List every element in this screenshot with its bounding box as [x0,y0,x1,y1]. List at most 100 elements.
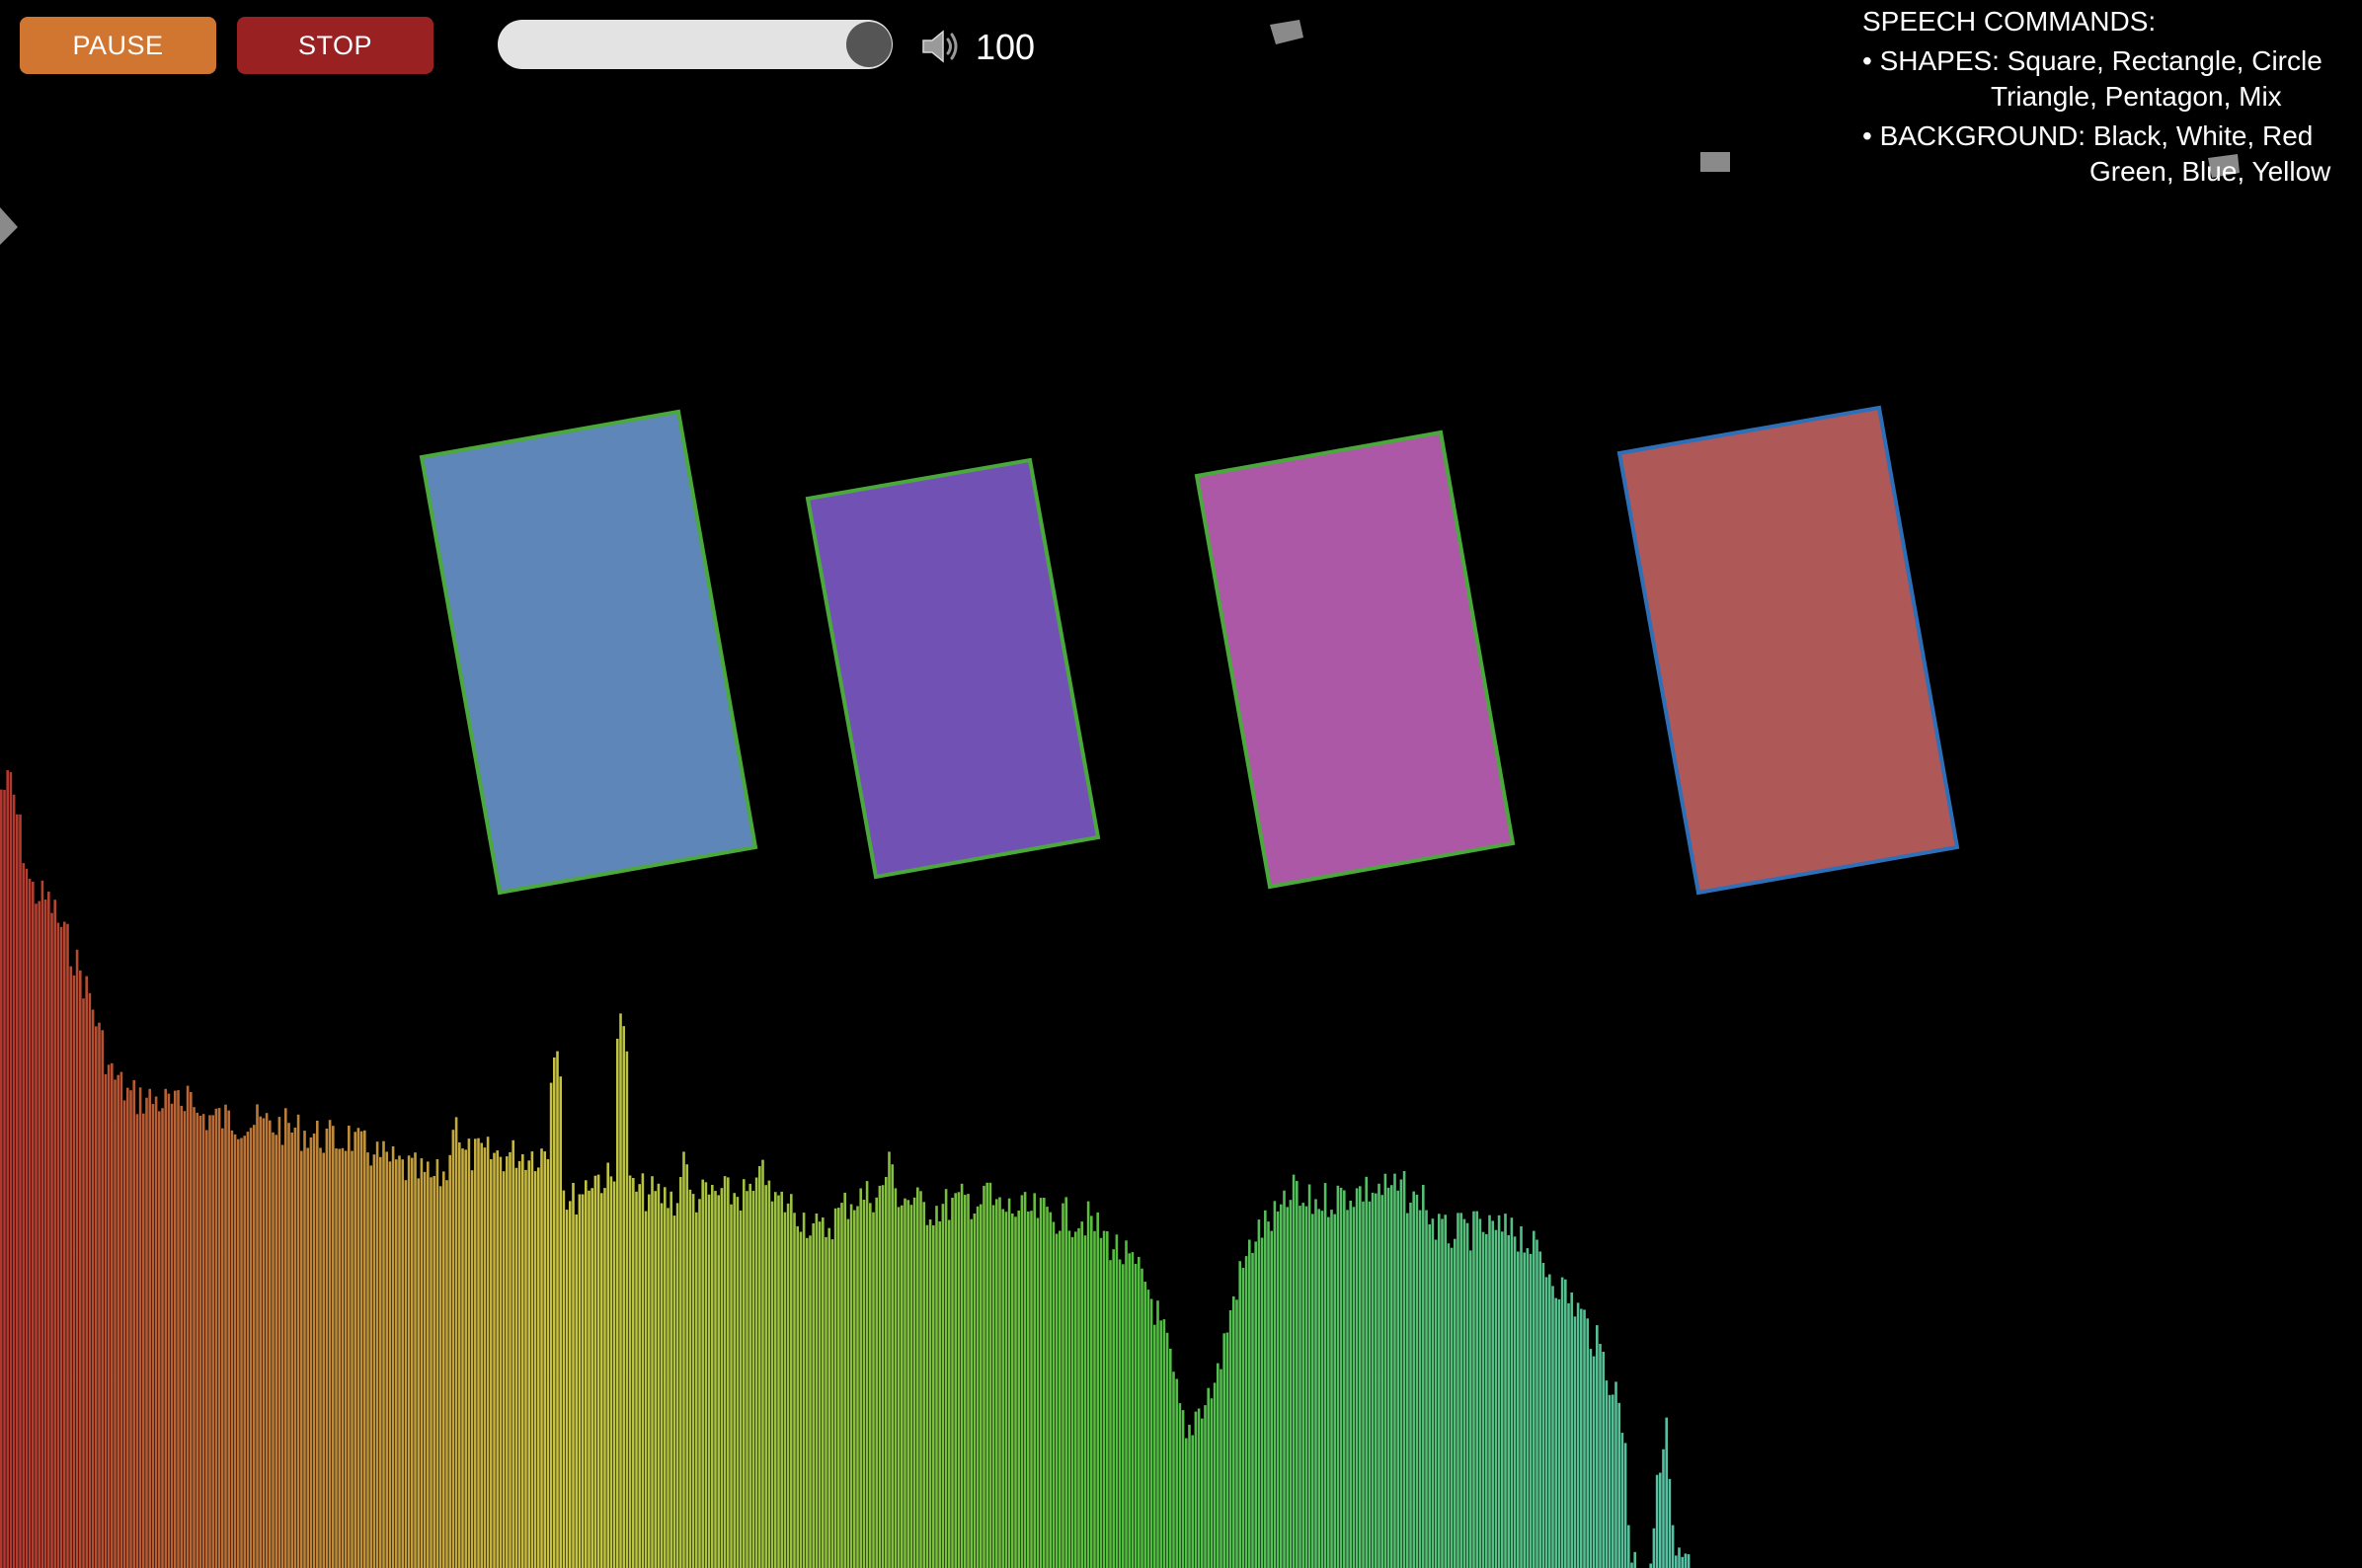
spectrum-bar [1169,1348,1172,1568]
spectrum-bar [253,1125,256,1568]
spectrum-bar [1402,1171,1406,1568]
spectrum-bar [881,1185,885,1568]
spectrum-bar [991,1205,995,1568]
spectrum-bar [796,1225,799,1568]
stop-button[interactable]: STOP [237,17,433,74]
spectrum-bar [265,1113,269,1568]
spectrum-bar [1248,1239,1251,1568]
spectrum-bar [63,921,66,1568]
spectrum-bar [88,992,92,1568]
spectrum-bar [25,868,29,1568]
spectrum-bar [499,1156,503,1568]
spectrum-bar [846,1218,850,1568]
spectrum-bar [932,1225,935,1568]
spectrum-bar [1064,1197,1067,1568]
volume-slider-thumb[interactable] [846,22,892,67]
spectrum-bar [6,770,9,1568]
spectrum-bar [1090,1215,1093,1568]
spectrum-bar [1225,1332,1229,1568]
spectrum-bar [1112,1249,1115,1568]
spectrum-bar [91,1009,95,1568]
spectrum-bar [859,1188,862,1568]
spectrum-bar [1517,1251,1520,1568]
spectrum-bar [322,1152,325,1568]
spectrum-bar [733,1193,736,1568]
spectrum-bar [593,1175,597,1568]
spectrum-bar [1115,1234,1119,1568]
spectrum-bar [1551,1286,1554,1568]
spectrum-bar [720,1188,724,1568]
spectrum-bar [1687,1554,1691,1568]
spectrum-bar [657,1183,661,1568]
spectrum-bar [1188,1424,1191,1568]
spectrum-bar [1513,1236,1517,1568]
shapes-commands: • SHAPES: Square, Rectangle, Circle Tria… [1862,43,2356,115]
spectrum-bar [1494,1229,1498,1568]
spectrum-bar [101,1030,104,1568]
spectrum-bar [72,975,76,1568]
spectrum-bar [1573,1316,1577,1568]
spectrum-bar [1156,1300,1159,1568]
spectrum-bar [1055,1233,1059,1568]
pause-button[interactable]: PAUSE [20,17,216,74]
spectrum-bar [904,1198,906,1568]
spectrum-bar [1507,1234,1510,1568]
spectrum-bar [348,1126,351,1568]
spectrum-bar [306,1147,309,1568]
spectrum-bar [1396,1190,1399,1568]
spectrum-bar [388,1161,392,1568]
spectrum-bar [1655,1474,1659,1568]
spectrum-bar [1627,1525,1630,1568]
spectrum-bar [988,1182,992,1568]
spectrum-bar [1222,1333,1225,1568]
spectrum-bar [730,1204,733,1568]
spectrum-bar [1684,1553,1688,1568]
spectrum-bar [1386,1187,1390,1568]
spectrum-bar [1128,1253,1131,1568]
spectrum-bar [628,1175,632,1568]
spectrum-bar [1535,1239,1538,1568]
particle-4 [0,207,18,245]
spectrum-bar [211,1115,214,1568]
spectrum-bar [1630,1562,1633,1568]
spectrum-bar [407,1155,411,1568]
spectrum-bar [935,1206,938,1568]
spectrum-bar [916,1187,919,1568]
spectrum-bar [1380,1195,1383,1568]
spectrum-bar [1596,1325,1599,1568]
spectrum-bar [509,1151,512,1568]
spectrum-bar [1465,1222,1469,1568]
spectrum-bar [114,1079,117,1568]
spectrum-bar [470,1170,474,1568]
spectrum-bar [514,1167,518,1568]
volume-slider[interactable] [498,20,893,69]
spectrum-bar [385,1151,388,1568]
spectrum-bar [894,1188,898,1568]
spectrum-bar [746,1191,748,1568]
spectrum-bar [1548,1274,1551,1568]
spectrum-bar [1011,1214,1014,1568]
spectrum-bar [524,1169,527,1568]
spectrum-bar [837,1208,840,1568]
spectrum-bar [565,1210,569,1568]
spectrum-bar [1481,1231,1485,1568]
spectrum-bar [126,1087,129,1568]
spectrum-bar [183,1111,187,1568]
spectrum-bar [675,1203,679,1568]
spectrum-bar [1080,1221,1083,1568]
spectrum-bar [458,1142,461,1568]
spectrum-bar [1454,1238,1457,1568]
spectrum-bar [1178,1403,1182,1568]
spectrum-bar [603,1188,606,1568]
spectrum-bar [284,1108,287,1568]
spectrum-bar [619,1013,622,1568]
spectrum-bar [363,1130,366,1568]
spectrum-bar [1317,1209,1320,1568]
spectrum-bar [888,1151,891,1568]
spectrum-bar [843,1192,846,1568]
spectrum-bar [632,1178,635,1568]
spectrum-bar [540,1148,543,1568]
spectrum-bar [287,1123,290,1568]
spectrum-bar [398,1155,401,1568]
spectrum-bar [170,1103,174,1568]
